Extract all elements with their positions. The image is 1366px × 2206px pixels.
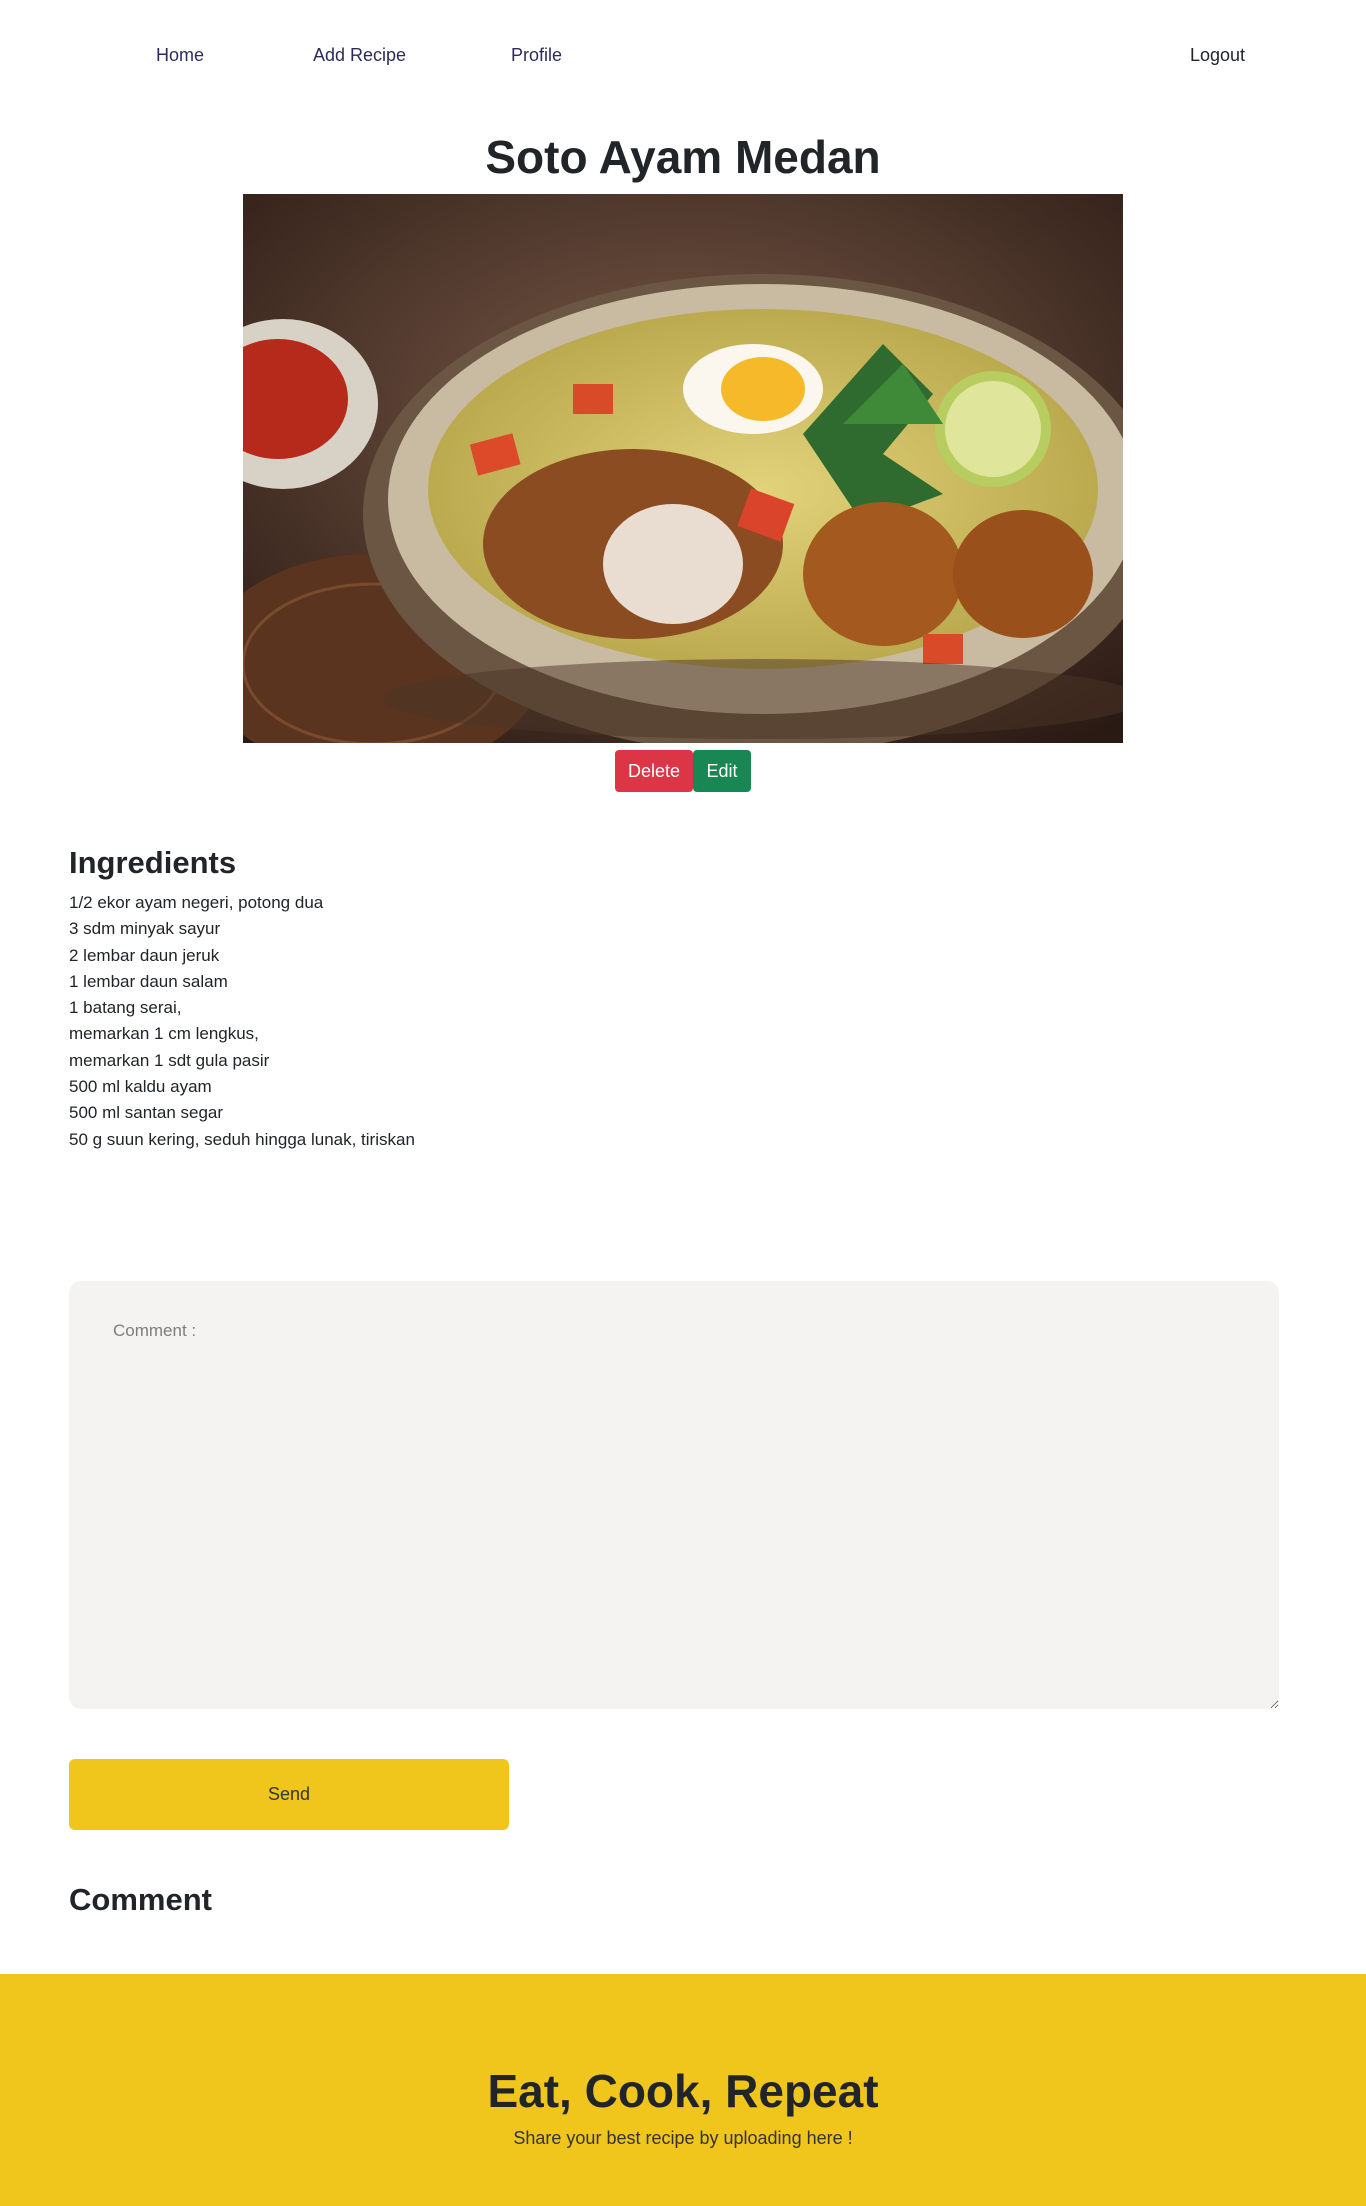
footer-subtitle: Share your best recipe by uploading here…: [513, 2128, 853, 2148]
ingredient-item: 500 ml kaldu ayam: [69, 1077, 212, 1097]
recipe-image: [243, 194, 1123, 743]
ingredient-item: 1 batang serai,: [69, 998, 182, 1018]
delete-button[interactable]: Delete: [615, 750, 693, 792]
ingredient-item: 1 lembar daun salam: [69, 971, 228, 991]
comments-heading: Comment: [69, 1882, 212, 1917]
send-button[interactable]: Send: [69, 1759, 509, 1830]
footer-title: Eat, Cook, Repeat: [487, 2065, 879, 2117]
recipe-photo-illustration: [243, 194, 1123, 743]
top-nav: Home Add Recipe Profile Logout: [0, 0, 1366, 116]
ingredient-item: memarkan 1 cm lengkus,: [69, 1024, 259, 1044]
nav-add-recipe-link[interactable]: Add Recipe: [313, 45, 406, 66]
ingredient-item: 50 g suun kering, seduh hingga lunak, ti…: [69, 1129, 415, 1149]
ingredient-item: 500 ml santan segar: [69, 1103, 224, 1123]
ingredient-item: 1/2 ekor ayam negeri, potong dua: [69, 893, 324, 912]
nav-logout-link[interactable]: Logout: [1190, 45, 1245, 66]
nav-home-link[interactable]: Home: [156, 45, 204, 66]
ingredient-item: 2 lembar daun jeruk: [69, 945, 220, 965]
footer: Eat, Cook, Repeat Share your best recipe…: [0, 1974, 1366, 2206]
ingredient-item: 3 sdm minyak sayur: [69, 919, 221, 939]
ingredient-item: memarkan 1 sdt gula pasir: [69, 1050, 270, 1070]
recipe-title: Soto Ayam Medan: [485, 131, 881, 183]
ingredients-list: 1/2 ekor ayam negeri, potong dua 3 sdm m…: [69, 890, 415, 1153]
comment-textarea[interactable]: [69, 1281, 1279, 1709]
ingredients-heading: Ingredients: [69, 845, 237, 880]
edit-button[interactable]: Edit: [693, 750, 751, 792]
nav-profile-link[interactable]: Profile: [511, 45, 562, 66]
